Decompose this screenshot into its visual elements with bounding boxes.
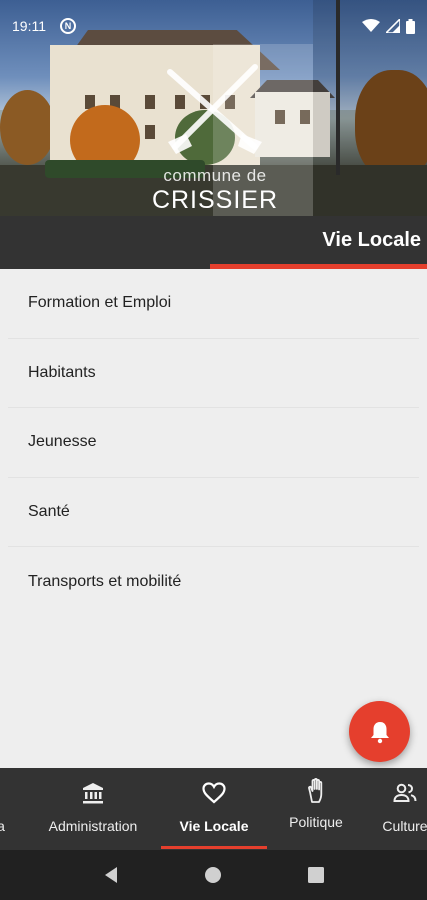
nfc-icon: N [60,18,76,34]
status-bar: 19:11 N [0,0,427,52]
signal-icon [386,19,400,33]
logo-subtitle: commune de [163,166,267,185]
nav-item-label: Vie Locale [179,818,249,834]
nav-item-label: Culture [382,818,427,834]
nav-item-label: Administration [48,818,138,834]
recents-icon[interactable] [308,867,325,883]
list-item-jeunesse[interactable]: Jeunesse [8,408,419,478]
nav-item-previous[interactable]: a [0,768,8,850]
system-navigation-bar [0,850,427,900]
nav-item-politique[interactable]: Politique [276,768,356,850]
list-item-label: Santé [28,502,70,520]
crossed-rifles-icon [167,64,262,154]
logo-title: CRISSIER [151,186,279,214]
list-item-label: Habitants [28,363,96,381]
page-title: Vie Locale [322,229,421,251]
active-tab-indicator [161,846,267,849]
crissier-logo: commune de CRISSIER [150,62,280,214]
home-icon[interactable] [204,866,222,884]
notifications-button[interactable] [349,701,410,762]
app-screen: commune de CRISSIER 19:11 N Vie Locale F… [0,0,427,900]
wifi-icon [362,19,380,32]
people-icon [393,783,417,802]
heart-icon [202,782,226,804]
back-icon[interactable] [103,866,119,884]
category-list: Formation et Emploi Habitants Jeunesse S… [0,269,427,617]
list-item-habitants[interactable]: Habitants [8,339,419,408]
list-item-label: Jeunesse [28,433,97,451]
status-time: 19:11 [12,18,46,34]
list-item-formation-emploi[interactable]: Formation et Emploi [8,269,419,339]
bell-icon [370,721,389,743]
list-item-label: Transports et mobilité [28,572,182,590]
nav-item-administration[interactable]: Administration [34,768,152,850]
nav-item-culture[interactable]: Culture [373,768,427,850]
list-item-transports[interactable]: Transports et mobilité [8,547,419,617]
hand-icon [308,778,323,803]
bottom-navigation: a Administration Vie Locale Politique Cu… [0,768,427,850]
list-item-label: Formation et Emploi [28,294,172,312]
bank-icon [83,783,103,804]
battery-icon [406,18,415,34]
nav-item-label: Politique [289,814,343,830]
nav-item-vie-locale[interactable]: Vie Locale [161,768,267,850]
section-header: Vie Locale [0,216,427,269]
nav-item-label: a [0,818,5,834]
list-item-sante[interactable]: Santé [8,478,419,547]
